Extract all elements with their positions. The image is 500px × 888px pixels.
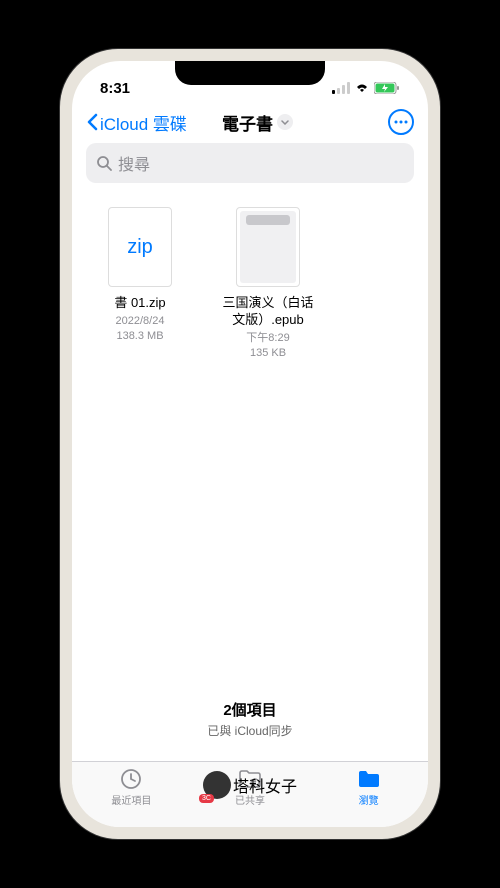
epub-file-icon [236, 207, 300, 287]
search-icon [96, 155, 112, 171]
file-name: 書 01.zip [114, 295, 165, 312]
more-button[interactable] [388, 109, 414, 135]
chevron-down-icon [277, 114, 293, 130]
watermark: 塔科女子 [203, 771, 297, 799]
status-time: 8:31 [100, 80, 130, 97]
tab-label: 最近項目 [111, 792, 151, 807]
notch [175, 61, 325, 85]
ellipsis-icon [394, 120, 408, 124]
file-grid: zip 書 01.zip 2022/8/24 138.3 MB 三国演义（白话文… [90, 207, 410, 362]
signal-icon [332, 82, 350, 94]
wifi-icon [354, 82, 370, 94]
file-item-epub[interactable]: 三国演义（白话文版）.epub 下午8:29 135 KB [218, 207, 318, 362]
file-size: 138.3 MB [116, 329, 163, 344]
item-count: 2個項目 [90, 699, 410, 720]
phone-screen: 8:31 iCloud 雲碟 電子書 [72, 61, 428, 827]
file-item-zip[interactable]: zip 書 01.zip 2022/8/24 138.3 MB [90, 207, 190, 362]
tab-recents[interactable]: 最近項目 [72, 768, 191, 807]
clock-icon [118, 768, 144, 790]
folder-icon [356, 768, 382, 790]
tab-browse[interactable]: 瀏覽 [309, 768, 428, 807]
nav-bar: iCloud 雲碟 電子書 [72, 105, 428, 143]
tab-label: 瀏覽 [359, 792, 379, 807]
status-indicators [332, 82, 400, 94]
content-area[interactable]: zip 書 01.zip 2022/8/24 138.3 MB 三国演义（白话文… [72, 193, 428, 761]
search-placeholder: 搜尋 [118, 151, 150, 175]
zip-file-icon: zip [108, 207, 172, 287]
watermark-avatar-icon [203, 771, 231, 799]
nav-title: 電子書 [222, 110, 273, 135]
phone-frame: 8:31 iCloud 雲碟 電子書 [60, 49, 440, 839]
file-date: 下午8:29 [246, 331, 289, 346]
sync-status: 已與 iCloud同步 [90, 722, 410, 739]
footer-info: 2個項目 已與 iCloud同步 [90, 699, 410, 739]
file-size: 135 KB [250, 346, 286, 361]
chevron-left-icon [86, 113, 98, 131]
search-input[interactable]: 搜尋 [86, 143, 414, 183]
file-date: 2022/8/24 [116, 314, 165, 329]
nav-title-button[interactable]: 電子書 [131, 110, 384, 135]
watermark-text: 塔科女子 [233, 773, 297, 797]
battery-icon [374, 82, 400, 94]
file-name: 三国演义（白话文版）.epub [218, 295, 318, 329]
